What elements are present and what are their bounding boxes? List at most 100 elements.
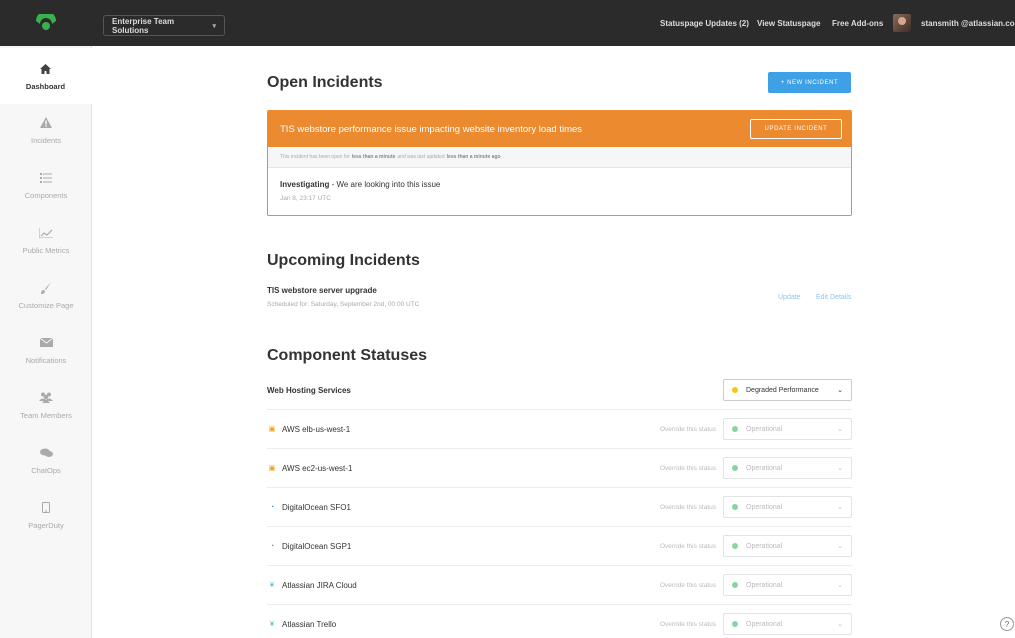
chevron-down-icon: ⌄ (837, 582, 843, 589)
logo-icon (36, 14, 56, 30)
digitalocean-icon: ◔ (269, 542, 275, 550)
component-row: ¥ Atlassian JIRA Cloud Override this stat… (267, 566, 852, 605)
sidebar-item-label: ChatOps (31, 465, 61, 475)
chart-icon (38, 226, 54, 240)
incident-title[interactable]: TIS webstore performance issue impacting… (280, 111, 582, 147)
override-label: Override this status (660, 425, 716, 433)
incident-message: - We are looking into this issue (329, 180, 441, 189)
component-name: Atlassian Trello (282, 619, 337, 629)
sidebar-item-components[interactable]: Components (0, 157, 92, 213)
chevron-down-icon: ⌄ (837, 543, 843, 550)
sidebar-item-label: Notifications (25, 355, 67, 365)
user-menu[interactable]: stansmith @atlassian.com▾ (921, 0, 1015, 46)
override-label: Override this status (660, 503, 716, 511)
sidebar-item-label: Public Metrics (22, 245, 70, 255)
override-label: Override this status (660, 620, 716, 628)
chat-icon (38, 446, 54, 460)
warning-icon (38, 116, 54, 130)
status-value: Operational (746, 620, 783, 628)
component-name: DigitalOcean SFO1 (282, 502, 351, 512)
status-value: Operational (746, 503, 783, 511)
component-group-row: Web Hosting Services Degraded Performanc… (267, 371, 852, 410)
aws-icon: ▣ (268, 465, 276, 472)
sidebar-item-dashboard[interactable]: Dashboard (0, 48, 92, 104)
free-addons-link[interactable]: Free Add-ons (832, 19, 883, 28)
component-row: ▣ AWS ec2-us-west-1 Override this status … (267, 449, 852, 488)
status-select[interactable]: Degraded Performance ⌄ (723, 379, 852, 401)
team-icon (38, 391, 54, 405)
incident-header: TIS webstore performance issue impacting… (268, 111, 851, 147)
sidebar-item-pagerduty[interactable]: PagerDuty (0, 487, 92, 543)
new-incident-button[interactable]: + NEW INCIDENT (768, 72, 851, 93)
override-label: Override this status (660, 542, 716, 550)
home-icon (38, 62, 54, 76)
sidebar-item-notifications[interactable]: Notifications (0, 322, 92, 378)
chevron-down-icon: ⌄ (837, 465, 843, 472)
component-statuses-heading: Component Statuses (267, 347, 428, 364)
status-value: Operational (746, 464, 783, 472)
incident-update: Investigating - We are looking into this… (268, 168, 851, 202)
status-select[interactable]: Operational ⌄ (723, 574, 852, 596)
update-link[interactable]: Update (778, 294, 801, 301)
organization-select[interactable]: Enterprise Team Solutions ▾ (103, 15, 225, 36)
status-dot (732, 387, 738, 393)
component-name: AWS elb-us-west-1 (282, 424, 351, 434)
sidebar-item-customize-page[interactable]: Customize Page (0, 267, 92, 323)
sidebar-item-chatops[interactable]: ChatOps (0, 432, 92, 488)
incident-age-note: This incident has been open for less tha… (268, 147, 851, 168)
status-dot (732, 582, 738, 588)
update-incident-button[interactable]: UPDATE INCIDENT (750, 119, 842, 139)
digitalocean-icon: ◔ (269, 503, 275, 511)
status-select[interactable]: Operational ⌄ (723, 535, 852, 557)
component-row: ▣ AWS elb-us-west-1 Override this status … (267, 410, 852, 449)
chevron-down-icon: ⌄ (837, 621, 843, 628)
sidebar-item-label: Team Members (20, 410, 72, 420)
status-select[interactable]: Operational ⌄ (723, 496, 852, 518)
caret-down-icon: ▾ (212, 22, 216, 30)
status-dot (732, 543, 738, 549)
sidebar-item-label: Components (24, 190, 68, 200)
sidebar-item-label: Incidents (30, 135, 62, 145)
help-icon[interactable]: ? (1000, 617, 1014, 631)
avatar[interactable] (893, 14, 911, 32)
open-incidents-heading: Open Incidents (267, 74, 383, 91)
brush-icon (38, 281, 54, 295)
component-row: ¥ Atlassian Trello Override this status O… (267, 605, 852, 638)
view-statuspage-link[interactable]: View Statuspage (757, 19, 820, 28)
status-dot (732, 465, 738, 471)
atlassian-icon: ¥ (270, 581, 274, 589)
organization-name: Enterprise Team Solutions (112, 16, 175, 35)
sidebar-item-team-members[interactable]: Team Members (0, 377, 92, 433)
status-select[interactable]: Operational ⌄ (723, 418, 852, 440)
component-name: DigitalOcean SGP1 (282, 541, 352, 551)
statuspage-logo[interactable] (0, 0, 92, 46)
component-row: ◔ DigitalOcean SFO1 Override this status … (267, 488, 852, 527)
sidebar-item-label: PagerDuty (28, 520, 64, 530)
sidebar-item-label: Customize Page (18, 300, 74, 310)
status-dot (732, 426, 738, 432)
component-row: ◔ DigitalOcean SGP1 Override this status … (267, 527, 852, 566)
component-name: AWS ec2-us-west-1 (282, 463, 353, 473)
sidebar-item-incidents[interactable]: Incidents (0, 102, 92, 158)
upcoming-incident-schedule: Scheduled for: Saturday, September 2nd, … (267, 301, 420, 308)
sidebar-item-label: Dashboard (25, 81, 66, 91)
note-updated-duration: less than a minute ago (446, 154, 501, 160)
statuspage-updates-link[interactable]: Statuspage Updates (2) (660, 19, 749, 28)
upcoming-incident-name[interactable]: TIS webstore server upgrade (267, 286, 377, 295)
component-group-name: Web Hosting Services (267, 385, 351, 395)
status-select[interactable]: Operational ⌄ (723, 457, 852, 479)
incident-card: TIS webstore performance issue impacting… (267, 110, 852, 216)
status-value: Operational (746, 542, 783, 550)
user-email: stansmith @atlassian.com (921, 18, 1015, 28)
status-select[interactable]: Operational ⌄ (723, 613, 852, 635)
note-suffix: . (502, 154, 504, 160)
envelope-icon (38, 336, 54, 350)
note-open-duration: less than a minute (351, 154, 396, 160)
sidebar-item-public-metrics[interactable]: Public Metrics (0, 212, 92, 268)
edit-details-link[interactable]: Edit Details (816, 294, 851, 301)
atlassian-icon: ¥ (270, 620, 274, 628)
chevron-down-icon: ⌄ (837, 426, 843, 433)
incident-status: Investigating (280, 180, 330, 189)
aws-icon: ▣ (268, 426, 276, 433)
component-name: Atlassian JIRA Cloud (282, 580, 357, 590)
